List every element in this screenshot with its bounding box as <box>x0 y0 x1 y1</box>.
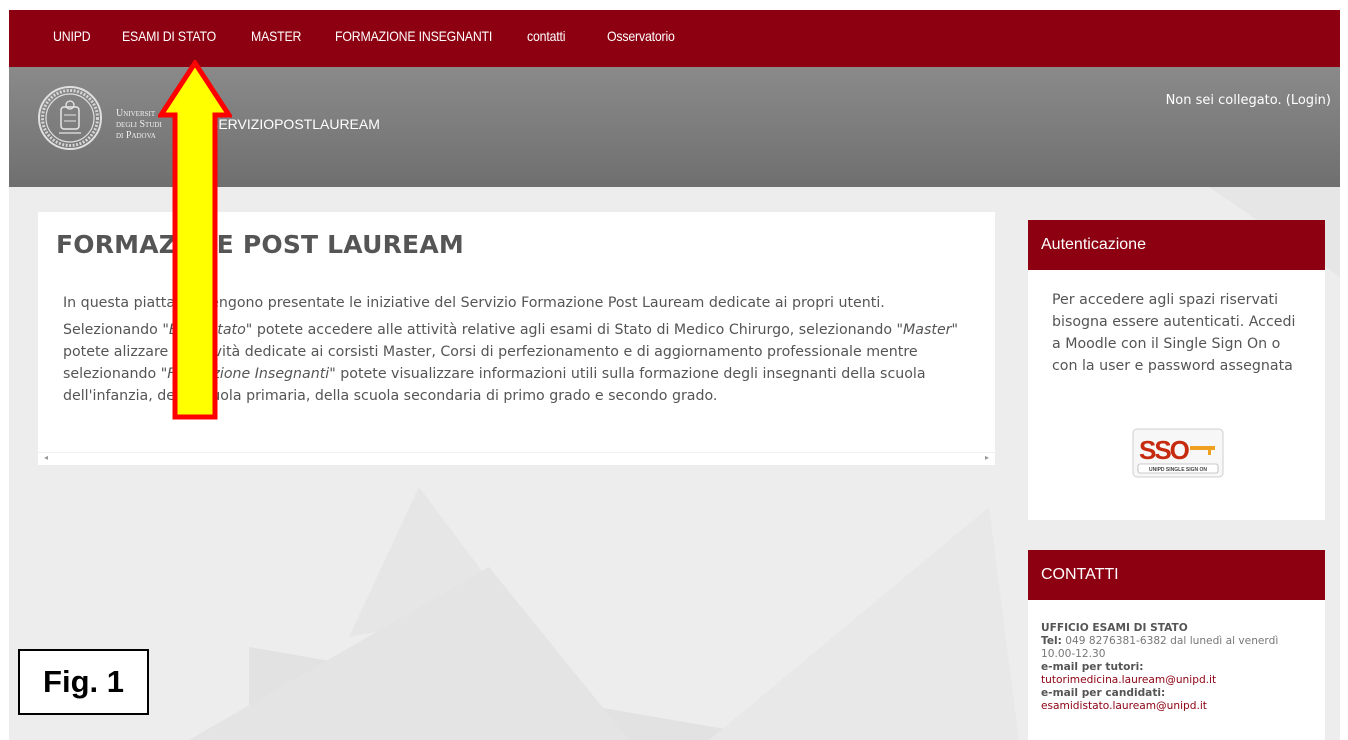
nav-item-unipd[interactable]: UNIPD <box>53 28 91 44</box>
nav-item-master[interactable]: MASTER <box>251 28 301 44</box>
tutor-email-label: e-mail per tutori: <box>1041 661 1144 673</box>
tutor-email-link[interactable]: tutorimedicina.lauream@unipd.it <box>1041 674 1315 687</box>
candidate-email-label: e-mail per candidati: <box>1041 687 1166 699</box>
sso-login-button[interactable]: SSO UNIPD SINGLE SIGN ON <box>1132 428 1224 478</box>
site-name[interactable]: SERVIZIOPOSTLAUREAM <box>209 116 380 132</box>
sso-caption: UNIPD SINGLE SIGN ON <box>1149 467 1207 473</box>
page-title: FORMAZI NE POST LAUREAM <box>56 230 464 259</box>
horizontal-scrollbar[interactable]: ◂ ▸ <box>38 452 995 465</box>
tel-value: 049 8276381-6382 dal lunedì al venerdì 1… <box>1041 635 1279 660</box>
candidate-email-link[interactable]: esamidistato.lauream@unipd.it <box>1041 700 1315 713</box>
auth-text: Per accedere agli spazi riservati bisogn… <box>1052 292 1296 374</box>
figure-label: Fig. 1 <box>18 649 149 715</box>
auth-header: Autenticazione <box>1028 220 1325 270</box>
nav-item-formazione-insegnanti[interactable]: FORMAZIONE INSEGNANTI <box>335 28 492 44</box>
scroll-right-icon[interactable]: ▸ <box>985 453 989 462</box>
university-name: Universit degli Studi di Padova <box>116 108 162 141</box>
login-link[interactable]: Login <box>1291 93 1326 108</box>
contacts-block: CONTATTI UFFICIO ESAMI DI STATO Tel: 049… <box>1028 550 1325 740</box>
contacts-body: UFFICIO ESAMI DI STATO Tel: 049 8276381-… <box>1028 600 1325 713</box>
nav-item-osservatorio[interactable]: Osservatorio <box>607 28 675 44</box>
login-status: Non sei collegato. (Login) <box>1165 93 1331 108</box>
office-name: UFFICIO ESAMI DI STATO <box>1041 622 1188 634</box>
university-seal-logo[interactable] <box>37 85 103 151</box>
tel-label: Tel: <box>1041 635 1062 647</box>
scroll-left-icon[interactable]: ◂ <box>44 453 48 462</box>
contacts-header: CONTATTI <box>1028 550 1325 600</box>
top-navbar: UNIPD ESAMI DI STATO MASTER FORMAZIONE I… <box>9 10 1340 67</box>
sso-letters: SSO <box>1139 435 1190 465</box>
annotation-arrow-icon <box>158 60 232 420</box>
authentication-block: Autenticazione Per accedere agli spazi r… <box>1028 220 1325 520</box>
nav-item-esami-di-stato[interactable]: ESAMI DI STATO <box>122 28 216 44</box>
nav-item-contatti[interactable]: contatti <box>527 28 565 44</box>
